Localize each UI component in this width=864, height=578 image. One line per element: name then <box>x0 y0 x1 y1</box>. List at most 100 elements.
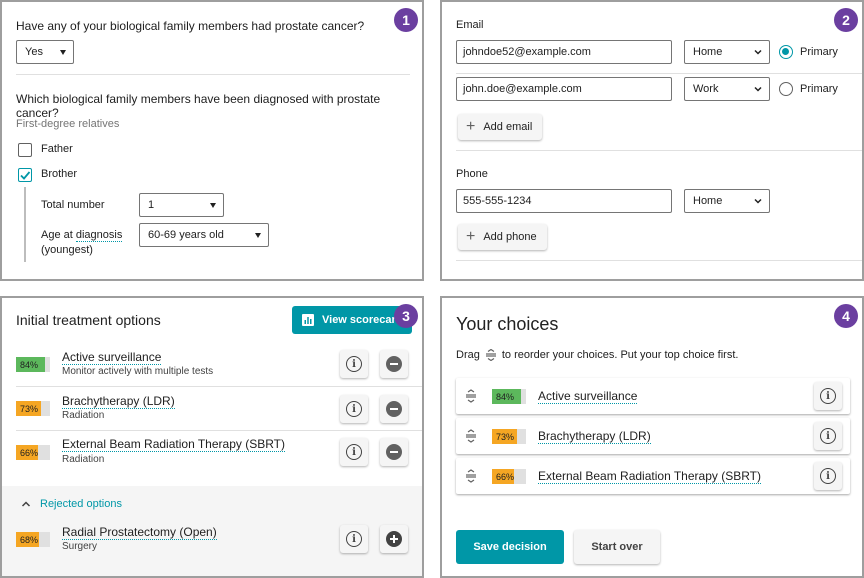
chevron-down-icon <box>754 86 762 92</box>
info-icon: i <box>820 388 836 404</box>
total-number-select[interactable]: 1 <box>139 193 224 217</box>
email-type-select[interactable]: Work <box>684 77 770 101</box>
save-decision-button[interactable]: Save decision <box>456 530 564 564</box>
choice-name-link[interactable]: External Beam Radiation Therapy (SBRT) <box>538 469 761 484</box>
step-badge: 1 <box>394 8 418 32</box>
info-button[interactable]: i <box>814 382 842 410</box>
info-icon: i <box>346 401 362 417</box>
select-value: Work <box>693 83 719 95</box>
caret-down-icon <box>210 203 216 208</box>
phone-heading: Phone <box>456 168 488 180</box>
drag-handle-icon[interactable] <box>464 389 478 403</box>
score-fill: 73% <box>16 401 41 416</box>
father-label: Father <box>41 143 73 155</box>
choice-row[interactable]: 66% External Beam Radiation Therapy (SBR… <box>456 458 850 494</box>
choice-name-link[interactable]: Active surveillance <box>538 389 638 404</box>
step-badge: 2 <box>834 8 858 32</box>
info-icon: i <box>820 428 836 444</box>
add-phone-label: Add phone <box>483 231 537 243</box>
info-button[interactable]: i <box>814 422 842 450</box>
email-field[interactable]: john.doe@example.com <box>456 77 672 101</box>
choice-row[interactable]: 84% Active surveillance i <box>456 378 850 414</box>
brother-label: Brother <box>41 168 78 180</box>
brother-checkbox[interactable] <box>18 168 32 182</box>
email-type-select[interactable]: Home <box>684 40 770 64</box>
option-name-link[interactable]: Radial Prostatectomy (Open) <box>62 525 217 540</box>
choice-name-link[interactable]: Brachytherapy (LDR) <box>538 429 651 444</box>
primary-radio[interactable] <box>779 82 793 96</box>
check-icon <box>20 171 31 180</box>
email-heading: Email <box>456 19 484 31</box>
plus-circle-icon <box>386 531 402 547</box>
remove-option-button[interactable] <box>380 350 408 378</box>
age-select[interactable]: 60-69 years old <box>139 223 269 247</box>
age-sub-label: (youngest) <box>41 244 93 256</box>
select-value: Yes <box>25 46 43 58</box>
start-over-button[interactable]: Start over <box>574 530 660 564</box>
primary-radio[interactable] <box>779 45 793 59</box>
remove-option-button[interactable] <box>380 395 408 423</box>
caret-down-icon <box>255 233 261 238</box>
phone-type-select[interactable]: Home <box>684 189 770 213</box>
step-badge: 4 <box>834 304 858 328</box>
add-email-label: Add email <box>483 121 533 133</box>
option-name-link[interactable]: Active surveillance <box>62 350 162 365</box>
score-bar: 66% <box>16 445 50 460</box>
select-value: 60-69 years old <box>148 229 224 241</box>
divider <box>456 73 862 74</box>
phone-field[interactable]: 555-555-1234 <box>456 189 672 213</box>
remove-option-button[interactable] <box>380 438 408 466</box>
treatment-options-panel: Initial treatment options View scorecard… <box>0 296 424 578</box>
minus-circle-icon <box>386 401 402 417</box>
select-value: Home <box>693 46 723 58</box>
diagnosis-link[interactable]: diagnosis <box>75 229 123 242</box>
panel-title: Initial treatment options <box>16 312 161 328</box>
instruction-after: to reorder your choices. Put your top ch… <box>501 349 739 361</box>
minus-circle-icon <box>386 356 402 372</box>
minus-circle-icon <box>386 444 402 460</box>
rejected-toggle[interactable]: Rejected options <box>20 498 122 510</box>
option-name-link[interactable]: External Beam Radiation Therapy (SBRT) <box>62 437 285 452</box>
email-field[interactable]: johndoe52@example.com <box>456 40 672 64</box>
primary-label: Primary <box>800 46 838 58</box>
view-scorecard-label: View scorecard <box>322 314 403 326</box>
restore-option-button[interactable] <box>380 525 408 553</box>
total-number-label: Total number <box>41 199 105 211</box>
add-email-button[interactable]: + Add email <box>458 114 543 140</box>
father-checkbox[interactable] <box>18 143 32 157</box>
family-history-select[interactable]: Yes <box>16 40 74 64</box>
score-fill: 68% <box>16 532 40 547</box>
info-button[interactable]: i <box>340 350 368 378</box>
divider <box>456 260 862 261</box>
add-phone-button[interactable]: + Add phone <box>458 224 547 250</box>
chevron-up-icon <box>21 501 31 507</box>
score-fill: 84% <box>492 389 521 404</box>
option-name-link[interactable]: Brachytherapy (LDR) <box>62 394 175 409</box>
primary-label: Primary <box>800 83 838 95</box>
info-button[interactable]: i <box>340 525 368 553</box>
drag-handle-icon[interactable] <box>464 429 478 443</box>
age-label: Age at diagnosis <box>41 229 123 242</box>
divider <box>16 74 410 75</box>
family-history-panel: 1 Have any of your biological family mem… <box>0 0 424 281</box>
info-icon: i <box>346 531 362 547</box>
score-fill: 66% <box>16 445 39 460</box>
score-bar: 68% <box>16 532 50 547</box>
score-fill: 84% <box>16 357 45 372</box>
chevron-down-icon <box>754 49 762 55</box>
info-button[interactable]: i <box>340 395 368 423</box>
info-button[interactable]: i <box>340 438 368 466</box>
age-label-prefix: Age at <box>41 229 76 241</box>
score-bar: 84% <box>16 357 50 372</box>
score-bar: 66% <box>492 469 526 484</box>
drag-handle-icon[interactable] <box>464 469 478 483</box>
step-badge: 3 <box>394 304 418 328</box>
score-fill: 73% <box>492 429 517 444</box>
info-button[interactable]: i <box>814 462 842 490</box>
info-icon: i <box>346 356 362 372</box>
family-members-question: Which biological family members have bee… <box>16 92 381 120</box>
drag-handle-icon <box>485 349 496 361</box>
plus-icon: + <box>466 118 476 135</box>
choice-row[interactable]: 73% Brachytherapy (LDR) i <box>456 418 850 454</box>
instruction-text: Drag to reorder your choices. Put your t… <box>456 349 738 361</box>
